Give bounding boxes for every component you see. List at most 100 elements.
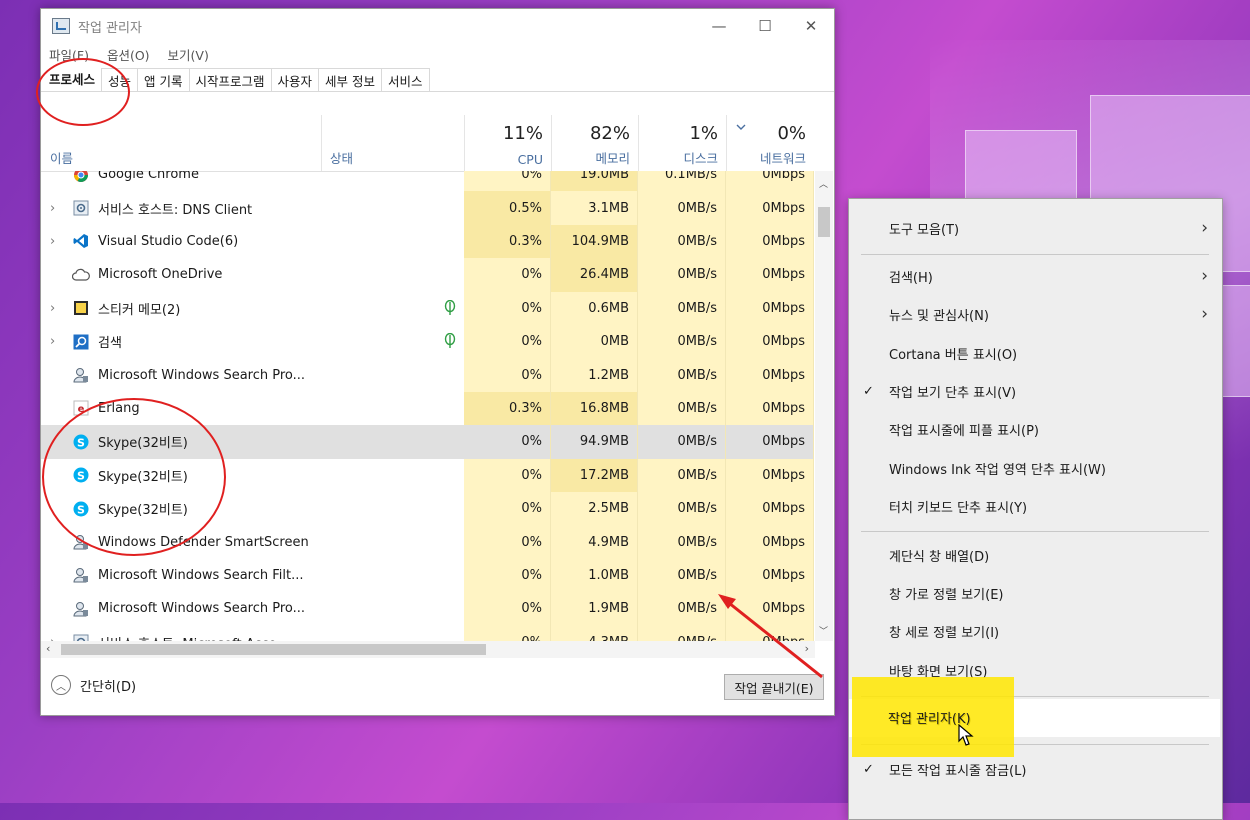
memory-cell: 0MB	[551, 325, 638, 359]
horizontal-scroll-thumb[interactable]	[61, 644, 486, 655]
network-cell: 0Mbps	[726, 458, 814, 492]
disk-cell: 0MB/s	[638, 358, 726, 392]
menu-item-label: 계단식 창 배열(D)	[889, 549, 990, 565]
menu-view[interactable]: 보기(V)	[168, 45, 209, 64]
process-name: 서비스 호스트: Microsoft Acco...	[98, 633, 289, 641]
process-name: Microsoft Windows Search Filt...	[98, 567, 304, 583]
table-row[interactable]: Microsoft Windows Search Pro... 0% 1.2MB 0M…	[41, 358, 814, 392]
cpu-cell: 0%	[464, 458, 551, 492]
tab-startup[interactable]: 시작프로그램	[188, 68, 272, 91]
disk-cell: 0MB/s	[638, 325, 726, 359]
menu-item-stacked[interactable]: 창 가로 정렬 보기(E)	[849, 574, 1220, 612]
menu-item-touch-keyboard[interactable]: 터치 키보드 단추 표시(Y)	[849, 487, 1220, 525]
title-bar[interactable]: 작업 관리자 — ☐ ✕	[41, 9, 834, 43]
cpu-cell: 0%	[464, 558, 551, 593]
menu-item-label: 모든 작업 표시줄 잠금(L)	[889, 763, 1027, 779]
menu-item-cortana[interactable]: Cortana 버튼 표시(O)	[849, 334, 1220, 372]
vertical-scrollbar[interactable]: ︿ ﹀	[815, 171, 833, 641]
tab-services[interactable]: 서비스	[381, 68, 430, 91]
vertical-scroll-thumb[interactable]	[818, 207, 830, 237]
menu-item-label: 작업 보기 단추 표시(V)	[889, 385, 1017, 401]
cpu-cell: 0%	[464, 171, 551, 192]
table-row[interactable]: Microsoft OneDrive 0% 26.4MB 0MB/s 0Mbps	[41, 258, 814, 292]
cpu-cell: 0%	[464, 525, 551, 559]
header-cpu[interactable]: 11% CPU	[464, 115, 552, 171]
memory-cell: 1.2MB	[551, 358, 638, 392]
process-name: Google Chrome	[98, 171, 199, 183]
header-status[interactable]: 상태	[321, 115, 465, 171]
scroll-left-icon[interactable]: ‹	[46, 642, 50, 655]
maximize-button[interactable]: ☐	[742, 9, 788, 43]
tab-app-history[interactable]: 앱 기록	[137, 68, 190, 91]
memory-cell: 17.2MB	[551, 458, 638, 492]
horizontal-scrollbar[interactable]: ‹ ›	[41, 641, 815, 658]
cpu-cell: 0%	[464, 625, 551, 641]
tab-strip: 프로세스 성능 앱 기록 시작프로그램 사용자 세부 정보 서비스	[41, 64, 834, 92]
window-title: 작업 관리자	[78, 20, 142, 36]
process-name: 검색	[98, 336, 122, 352]
table-row[interactable]: Microsoft Windows Search Filt... 0% 1.0MB 0…	[41, 558, 814, 593]
collapse-button[interactable]: ︿ 간단히(D)	[51, 675, 136, 695]
menu-item-cascade[interactable]: 계단식 창 배열(D)	[849, 536, 1220, 574]
table-row[interactable]: › 스티커 메모(2) 0% 0.6MB 0MB/s 0Mbps	[41, 291, 814, 325]
disk-cell: 0MB/s	[638, 492, 726, 526]
service-gear-icon	[72, 633, 90, 641]
disk-cell: 0MB/s	[638, 391, 726, 426]
expand-chevron-icon[interactable]: ›	[50, 201, 62, 216]
disk-cell: 0MB/s	[638, 425, 726, 459]
menu-options[interactable]: 옵션(O)	[107, 45, 150, 64]
annotation-arrow	[718, 594, 823, 679]
service-gear-icon	[72, 199, 90, 217]
header-disk[interactable]: 1% 디스크	[638, 115, 727, 171]
annotation-circle-processes-tab	[36, 58, 130, 126]
cpu-cell: 0%	[464, 325, 551, 359]
menu-item-people[interactable]: 작업 표시줄에 피플 표시(P)	[849, 410, 1220, 448]
process-name: Microsoft OneDrive	[98, 267, 223, 283]
menu-item-search[interactable]: 검색(H) ›	[849, 257, 1220, 295]
memory-cell: 19.0MB	[551, 171, 638, 192]
process-name-cell: › Visual Studio Code(6)	[41, 225, 464, 258]
process-name: 서비스 호스트: DNS Client	[98, 202, 253, 218]
chevron-down-icon	[736, 121, 746, 134]
menu-item-toolbars[interactable]: 도구 모음(T) ›	[849, 209, 1220, 247]
checkmark-icon: ✓	[863, 383, 874, 399]
cpu-cell: 0.5%	[464, 191, 551, 225]
menu-item-label: 도구 모음(T)	[889, 222, 960, 238]
minimize-button[interactable]: —	[696, 9, 742, 43]
tab-details[interactable]: 세부 정보	[318, 68, 383, 91]
process-name-cell: Microsoft Windows Search Pro...	[41, 358, 464, 391]
close-button[interactable]: ✕	[788, 9, 834, 43]
process-name-cell: › 스티커 메모(2)	[41, 292, 464, 325]
disk-cell: 0MB/s	[638, 224, 726, 259]
vscode-icon	[72, 232, 90, 250]
expand-chevron-icon[interactable]: ›	[50, 234, 62, 249]
memory-cell: 104.9MB	[551, 224, 638, 259]
table-row[interactable]: Google Chrome 0% 19.0MB 0.1MB/s 0Mbps	[41, 171, 814, 192]
collapse-label: 간단히(D)	[80, 679, 137, 695]
table-row[interactable]: › 검색 0% 0MB 0MB/s 0Mbps	[41, 325, 814, 359]
tab-users[interactable]: 사용자	[270, 68, 320, 91]
disk-cell: 0MB/s	[638, 291, 726, 325]
header-network[interactable]: 0% 네트워크	[726, 115, 814, 171]
sticky-notes-icon	[72, 299, 90, 317]
header-memory-label: 메모리	[595, 151, 630, 166]
scroll-up-icon[interactable]: ︿	[819, 177, 828, 190]
memory-cell: 26.4MB	[551, 258, 638, 292]
cpu-cell: 0%	[464, 592, 551, 626]
expand-chevron-icon[interactable]: ›	[50, 334, 62, 349]
header-memory[interactable]: 82% 메모리	[551, 115, 639, 171]
menu-item-side-by-side[interactable]: 창 세로 정렬 보기(I)	[849, 612, 1220, 650]
header-memory-pct: 82%	[589, 123, 630, 144]
expand-chevron-icon[interactable]: ›	[50, 301, 62, 316]
cpu-cell: 0.3%	[464, 391, 551, 426]
menu-item-task-view[interactable]: ✓ 작업 보기 단추 표시(V)	[849, 372, 1220, 410]
menu-item-label: 창 가로 정렬 보기(E)	[889, 587, 1004, 603]
table-row[interactable]: › Visual Studio Code(6) 0.3% 104.9MB 0MB/s 0M…	[41, 224, 814, 259]
chevron-right-icon: ›	[1201, 304, 1208, 324]
menu-item-windows-ink[interactable]: Windows Ink 작업 영역 단추 표시(W)	[849, 449, 1220, 487]
table-row[interactable]: Microsoft Windows Search Pro... 0% 1.9MB 0M…	[41, 592, 814, 626]
table-row[interactable]: › 서비스 호스트: DNS Client 0.5% 3.1MB 0MB/s 0Mbps	[41, 191, 814, 225]
table-row[interactable]: ›서비스 호스트: Microsoft Acco...0%4.3MB0MB/s0…	[41, 625, 814, 641]
cpu-cell: 0%	[464, 358, 551, 392]
menu-item-news[interactable]: 뉴스 및 관심사(N) ›	[849, 295, 1220, 333]
